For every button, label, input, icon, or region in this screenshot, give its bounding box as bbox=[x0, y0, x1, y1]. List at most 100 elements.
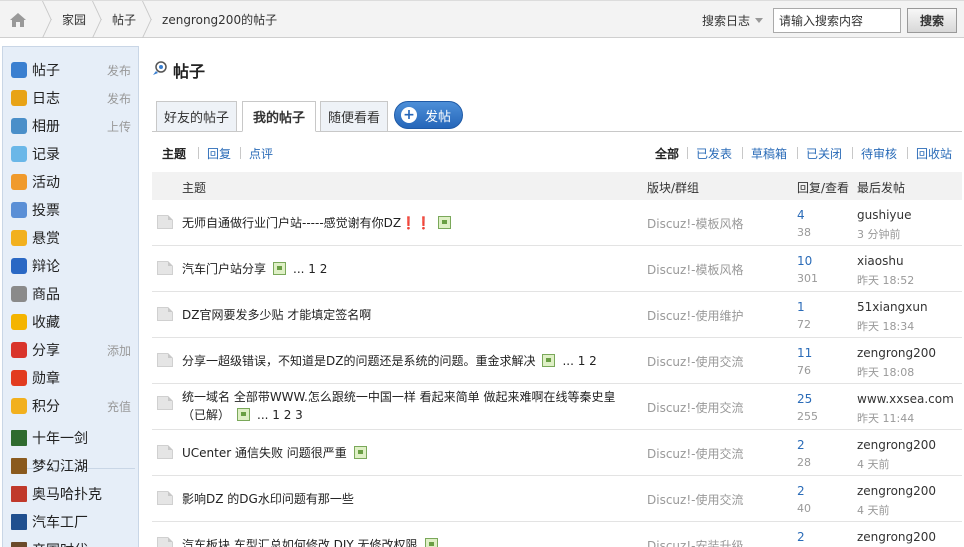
breadcrumb-home-link[interactable]: 家园 bbox=[62, 11, 86, 28]
sidebar-item[interactable]: 活动 bbox=[11, 170, 133, 194]
sidebar-app-item[interactable]: 梦幻江湖 bbox=[11, 454, 133, 478]
thread-pages[interactable]: ... 1 2 bbox=[293, 262, 327, 276]
filter-all[interactable]: 全部 bbox=[655, 145, 679, 162]
sidebar-app-item[interactable]: 奥马哈扑克 bbox=[11, 482, 133, 506]
last-post-time[interactable]: 4 天前 bbox=[857, 502, 890, 518]
sidebar-app-label: 梦幻江湖 bbox=[32, 459, 88, 475]
sidebar-item[interactable]: 相册 上传 bbox=[11, 114, 133, 138]
thread-reply-count[interactable]: 2 bbox=[797, 530, 805, 544]
thread-reply-count[interactable]: 10 bbox=[797, 254, 812, 268]
thread-pages[interactable]: ... 1 2 3 bbox=[257, 408, 303, 422]
record-icon bbox=[11, 146, 27, 162]
thread-pages[interactable]: ... 1 2 bbox=[562, 354, 596, 368]
filter-threads[interactable]: 主题 bbox=[162, 145, 186, 162]
thread-title-link[interactable]: 无师自通做行业门户站-----感觉谢有你DZ❗❗ bbox=[182, 216, 431, 230]
thread-title-link[interactable]: 分享一超级错误，不知道是DZ的问题还是系统的问题。重金求解决 bbox=[182, 354, 535, 368]
sidebar-item[interactable]: 分享 添加 bbox=[11, 338, 133, 362]
search-type-dropdown[interactable]: 搜索日志 bbox=[702, 12, 764, 29]
last-post-user-link[interactable]: zengrong200 bbox=[857, 438, 936, 452]
thread-title-link[interactable]: DZ官网要发多少贴 才能填定签名啊 bbox=[182, 308, 371, 322]
album-icon bbox=[11, 118, 27, 134]
thread-title-link[interactable]: UCenter 通信失败 问题很严重 bbox=[182, 446, 347, 460]
sidebar-item-label: 记录 bbox=[32, 147, 60, 163]
thread-table-header: 主题 版块/群组 回复/查看 最后发帖 bbox=[152, 172, 962, 200]
thread-forum-link[interactable]: Discuz!-使用交流 bbox=[647, 491, 743, 508]
tab-browse[interactable]: 随便看看 bbox=[320, 101, 388, 132]
thread-reply-count[interactable]: 2 bbox=[797, 484, 805, 498]
sidebar-item-action[interactable]: 添加 bbox=[107, 342, 133, 359]
sidebar-item[interactable]: 投票 bbox=[11, 198, 133, 222]
search-button[interactable]: 搜索 bbox=[907, 8, 957, 33]
last-post-time[interactable]: 4 天前 bbox=[857, 456, 890, 472]
tab-my-posts[interactable]: 我的帖子 bbox=[242, 101, 316, 132]
last-post-user-link[interactable]: 51xiangxun bbox=[857, 300, 928, 314]
thread-forum-link[interactable]: Discuz!-使用交流 bbox=[647, 445, 743, 462]
thread-forum-link[interactable]: Discuz!-使用维护 bbox=[647, 307, 743, 324]
filter-recycle[interactable]: 回收站 bbox=[916, 145, 952, 162]
sidebar-item[interactable]: 勋章 bbox=[11, 366, 133, 390]
thread-forum-link[interactable]: Discuz!-使用交流 bbox=[647, 399, 743, 416]
thread-forum-link[interactable]: Discuz!-安装升级 bbox=[647, 537, 743, 547]
thread-title-link[interactable]: 汽车板块 车型汇总如何修改 DIY 无修改权限 bbox=[182, 538, 418, 547]
last-post-time[interactable]: 昨天 18:34 bbox=[857, 318, 914, 334]
thread-title-link[interactable]: 统一域名 全部带WWW.怎么跟统一中国一样 看起来简单 做起来难啊在线等秦史皇 bbox=[182, 390, 615, 404]
sidebar-item-label: 收藏 bbox=[32, 315, 60, 331]
table-row: 汽车板块 车型汇总如何修改 DIY 无修改权限 Discuz!-安装升级 2 zeng… bbox=[152, 522, 962, 547]
last-post-user-link[interactable]: www.xxsea.com bbox=[857, 392, 954, 406]
sidebar-item[interactable]: 日志 发布 bbox=[11, 86, 133, 110]
sidebar-item-action[interactable]: 发布 bbox=[107, 90, 133, 107]
sidebar-item-action[interactable]: 上传 bbox=[107, 118, 133, 135]
points-icon bbox=[11, 398, 27, 414]
image-attachment-icon bbox=[237, 408, 251, 421]
last-post-user-link[interactable]: xiaoshu bbox=[857, 254, 904, 268]
last-post-user-link[interactable]: zengrong200 bbox=[857, 484, 936, 498]
filter-closed[interactable]: 已关闭 bbox=[806, 145, 842, 162]
new-post-button[interactable]: + 发帖 bbox=[394, 101, 463, 129]
thread-reply-count[interactable]: 25 bbox=[797, 392, 812, 406]
last-post-time[interactable]: 昨天 18:52 bbox=[857, 272, 914, 288]
sidebar-item[interactable]: 收藏 bbox=[11, 310, 133, 334]
thread-reply-count[interactable]: 1 bbox=[797, 300, 805, 314]
table-row: 无师自通做行业门户站-----感觉谢有你DZ❗❗ Discuz!-模板风格 4 38 g… bbox=[152, 200, 962, 246]
sidebar-item-action[interactable]: 发布 bbox=[107, 62, 133, 79]
sidebar-item[interactable]: 记录 bbox=[11, 142, 133, 166]
sidebar-item-action[interactable]: 充值 bbox=[107, 398, 133, 415]
tab-friends-posts[interactable]: 好友的帖子 bbox=[156, 101, 237, 132]
thread-forum-link[interactable]: Discuz!-模板风格 bbox=[647, 215, 743, 232]
sidebar-item[interactable]: 积分 充值 bbox=[11, 394, 133, 418]
search-input[interactable] bbox=[773, 8, 901, 33]
filter-pending[interactable]: 待审核 bbox=[861, 145, 897, 162]
filter-drafts[interactable]: 草稿箱 bbox=[751, 145, 787, 162]
thread-forum-link[interactable]: Discuz!-模板风格 bbox=[647, 261, 743, 278]
last-post-time[interactable]: 昨天 11:44 bbox=[857, 410, 914, 426]
table-row: 统一域名 全部带WWW.怎么跟统一中国一样 看起来简单 做起来难啊在线等秦史皇 （… bbox=[152, 384, 962, 430]
thread-reply-count[interactable]: 4 bbox=[797, 208, 805, 222]
sidebar-item[interactable]: 辩论 bbox=[11, 254, 133, 278]
last-post-user-link[interactable]: zengrong200 bbox=[857, 530, 936, 544]
last-post-user-link[interactable]: zengrong200 bbox=[857, 346, 936, 360]
filter-published[interactable]: 已发表 bbox=[696, 145, 732, 162]
last-post-user-link[interactable]: gushiyue bbox=[857, 208, 912, 222]
home-icon[interactable] bbox=[0, 1, 36, 38]
sidebar-app-item[interactable]: 十年一剑 bbox=[11, 426, 133, 450]
thread-reply-count[interactable]: 11 bbox=[797, 346, 812, 360]
sidebar-app-item[interactable]: 汽车工厂 bbox=[11, 510, 133, 534]
filter-comments[interactable]: 点评 bbox=[249, 145, 273, 162]
filter-replies[interactable]: 回复 bbox=[207, 145, 231, 162]
thread-title-link[interactable]: （已解） bbox=[182, 408, 230, 422]
thread-reply-count[interactable]: 2 bbox=[797, 438, 805, 452]
sidebar-item[interactable]: 悬赏 bbox=[11, 226, 133, 250]
last-post-time[interactable]: 昨天 18:08 bbox=[857, 364, 914, 380]
thread-title-link[interactable]: 汽车门户站分享 bbox=[182, 262, 266, 276]
sidebar-item[interactable]: 商品 bbox=[11, 282, 133, 306]
sidebar-item[interactable]: 帖子 发布 bbox=[11, 58, 133, 82]
breadcrumb-posts-link[interactable]: 帖子 bbox=[112, 11, 136, 28]
image-attachment-icon bbox=[438, 216, 451, 229]
sidebar-app-item[interactable]: 帝国时代 bbox=[11, 538, 133, 547]
last-post-time[interactable]: 3 分钟前 bbox=[857, 226, 901, 242]
thread-subject: DZ官网要发多少贴 才能填定签名啊 bbox=[182, 306, 371, 324]
thread-forum-link[interactable]: Discuz!-使用交流 bbox=[647, 353, 743, 370]
thread-title-link[interactable]: 影响DZ 的DG水印问题有那一些 bbox=[182, 492, 354, 506]
sidebar-item-label: 活动 bbox=[32, 175, 60, 191]
post-icon bbox=[153, 61, 167, 75]
